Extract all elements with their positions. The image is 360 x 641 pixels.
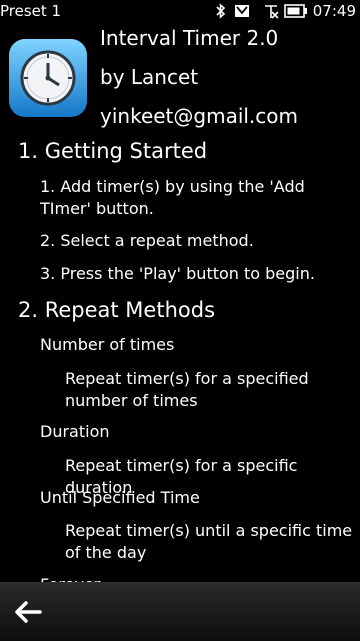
app-author: by Lancet: [100, 65, 199, 89]
clock: 07:49: [312, 2, 356, 20]
status-bar: Preset 1 07:49: [0, 0, 360, 26]
profile-label: Preset 1: [0, 2, 62, 20]
step-2: 2. Select a repeat method.: [40, 231, 254, 250]
app-email[interactable]: yinkeet@gmail.com: [100, 104, 298, 128]
section-getting-started-heading: 1. Getting Started: [18, 139, 208, 163]
method-number-of-times-title: Number of times: [40, 335, 175, 354]
method-until-time-title: Until Specified Time: [40, 488, 200, 507]
about-content[interactable]: Interval Timer 2.0 by Lancet yinkeet@gma…: [0, 26, 360, 582]
message-icon: [234, 5, 249, 17]
bluetooth-icon: [216, 3, 225, 19]
clock-app-icon: [9, 39, 87, 117]
back-arrow-icon[interactable]: [12, 597, 44, 627]
section-repeat-methods-heading: 2. Repeat Methods: [18, 298, 216, 322]
method-until-time-desc: Repeat timer(s) until a specific time of…: [65, 521, 353, 562]
status-icons: 07:49: [213, 2, 356, 20]
method-number-of-times-desc: Repeat timer(s) for a specified number o…: [65, 369, 309, 410]
method-forever-title: Forever: [40, 574, 350, 582]
bottom-toolbar: [0, 582, 360, 641]
signal-icon: [264, 5, 279, 19]
app-title: Interval Timer 2.0: [100, 26, 279, 50]
method-duration-title: Duration: [40, 422, 110, 441]
step-1: 1. Add timer(s) by using the 'Add TImer'…: [40, 177, 305, 218]
step-3: 3. Press the 'Play' button to begin.: [40, 264, 315, 283]
battery-icon: [283, 4, 307, 18]
